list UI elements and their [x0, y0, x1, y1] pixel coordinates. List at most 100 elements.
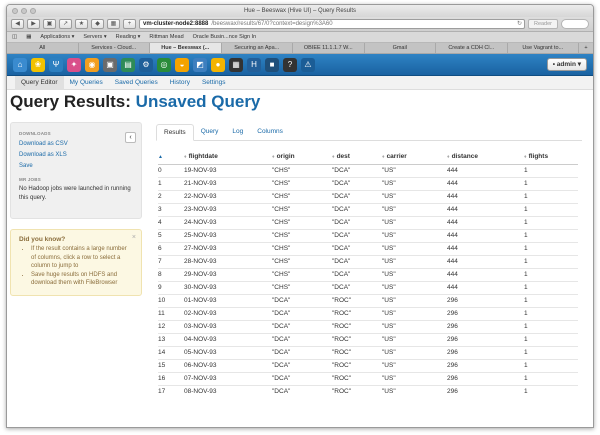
collapse-sidebar-button[interactable]: ‹: [125, 132, 136, 143]
subnav-saved-queries[interactable]: Saved Queries: [109, 76, 164, 90]
admin-menu-button[interactable]: • admin ▾: [546, 58, 587, 71]
subnav-settings[interactable]: Settings: [196, 76, 232, 90]
bookmark-rittman-mead[interactable]: Rittman Mead: [149, 34, 183, 40]
table-row[interactable]: 4 24-NOV-93 "CHS" "DCA" "US" 444 1: [158, 215, 578, 229]
close-window-button[interactable]: [12, 8, 18, 14]
bookmark-servers[interactable]: Servers ▾: [83, 34, 106, 40]
download-xls-link[interactable]: Download as XLS: [19, 150, 133, 161]
bookmark-applications[interactable]: Applications ▾: [40, 34, 74, 40]
table-row[interactable]: 15 06-NOV-93 "DCA" "ROC" "US" 296 1: [158, 358, 578, 372]
table-cell: 29-NOV-93: [184, 267, 272, 281]
zoom-window-button[interactable]: [30, 8, 36, 14]
sort-icon[interactable]: ♦: [382, 154, 385, 160]
pig-icon[interactable]: Ψ: [49, 57, 63, 72]
sort-up-icon[interactable]: ▲: [158, 154, 163, 160]
toolbar-search-input[interactable]: [561, 19, 589, 29]
browser-tab[interactable]: Hue – Beeswax (...: [150, 43, 222, 53]
sort-icon[interactable]: ♦: [272, 154, 275, 160]
home-icon[interactable]: ⌂: [13, 57, 27, 72]
browser-tab[interactable]: OBIEE 11.1.1.7 W...: [293, 43, 365, 53]
reload-icon[interactable]: ↻: [517, 20, 524, 28]
forward-icon[interactable]: ▶: [27, 19, 40, 29]
top-sites-icon[interactable]: ▦: [107, 19, 120, 29]
download-csv-link[interactable]: Download as CSV: [19, 139, 133, 150]
tab-log[interactable]: Log: [225, 124, 250, 140]
column-header[interactable]: ♦ flightdate: [184, 150, 272, 165]
reader-button[interactable]: Reader: [528, 19, 558, 29]
pig-editor-icon[interactable]: ▤: [121, 57, 135, 72]
table-cell: 1: [524, 358, 578, 372]
close-icon[interactable]: ×: [132, 234, 136, 241]
table-row[interactable]: 12 03-NOV-93 "DCA" "ROC" "US" 296 1: [158, 319, 578, 333]
browser-tab[interactable]: Services - Cloud...: [79, 43, 150, 53]
table-row[interactable]: 0 19-NOV-93 "CHS" "DCA" "US" 444 1: [158, 163, 578, 177]
oozie-icon[interactable]: ◎: [157, 57, 171, 72]
table-row[interactable]: 16 07-NOV-93 "DCA" "ROC" "US" 296 1: [158, 371, 578, 385]
subnav-history[interactable]: History: [164, 76, 196, 90]
subnav-my-queries[interactable]: My Queries: [64, 76, 109, 90]
browser-tab[interactable]: All: [7, 43, 79, 53]
subnav-query-editor[interactable]: Query Editor: [15, 75, 64, 90]
metastore-icon[interactable]: ▣: [103, 57, 117, 72]
table-row[interactable]: 2 22-NOV-93 "CHS" "DCA" "US" 444 1: [158, 189, 578, 203]
jobbrowser-icon[interactable]: ■: [265, 57, 279, 72]
column-header[interactable]: ♦ flights: [524, 150, 578, 165]
beeswax-icon[interactable]: ✦: [67, 57, 81, 72]
table-row[interactable]: 9 30-NOV-93 "CHS" "DCA" "US" 444 1: [158, 280, 578, 294]
warning-icon[interactable]: ⚠: [301, 57, 315, 72]
grid-icon[interactable]: ▦: [26, 34, 31, 40]
table-row[interactable]: 14 05-NOV-93 "DCA" "ROC" "US" 296 1: [158, 345, 578, 359]
table-row[interactable]: 11 02-NOV-93 "DCA" "ROC" "US" 296 1: [158, 306, 578, 320]
help-icon[interactable]: ?: [283, 57, 297, 72]
column-header[interactable]: ♦ dest: [332, 150, 382, 165]
table-row[interactable]: 1 21-NOV-93 "CHS" "DCA" "US" 444 1: [158, 176, 578, 190]
table-row[interactable]: 17 08-NOV-93 "DCA" "ROC" "US" 296 1: [158, 384, 578, 398]
tip-item: Save huge results on HDFS and download t…: [31, 271, 133, 288]
new-tab-button[interactable]: +: [579, 43, 593, 53]
table-row[interactable]: 3 23-NOV-93 "CHS" "DCA" "US" 444 1: [158, 202, 578, 216]
search-app-icon[interactable]: ▦: [229, 57, 243, 72]
save-link[interactable]: Save: [19, 161, 133, 172]
url-bar[interactable]: vm-cluster-node2:8888 /beeswax/results/6…: [139, 19, 525, 29]
table-row[interactable]: 10 01-NOV-93 "DCA" "ROC" "US" 296 1: [158, 293, 578, 307]
add-icon[interactable]: +: [123, 19, 136, 29]
table-row[interactable]: 7 28-NOV-93 "CHS" "DCA" "US" 444 1: [158, 254, 578, 268]
table-cell: 1: [524, 293, 578, 307]
bookmark-reading[interactable]: Reading ▾: [116, 34, 141, 40]
reading-list-icon[interactable]: ◫: [12, 34, 17, 40]
table-row[interactable]: 5 25-NOV-93 "CHS" "DCA" "US" 444 1: [158, 228, 578, 242]
filebrowser-icon[interactable]: H: [247, 57, 261, 72]
tab-results[interactable]: Results: [156, 124, 194, 141]
column-header[interactable]: ♦ carrier: [382, 150, 447, 165]
column-header[interactable]: ♦ origin: [272, 150, 332, 165]
hbase-icon[interactable]: ◒: [175, 57, 189, 72]
sidebar-icon[interactable]: ▣: [43, 19, 56, 29]
browser-tab[interactable]: Securing an Apa...: [222, 43, 293, 53]
jobsub-icon[interactable]: ⚙: [139, 57, 153, 72]
browser-tab[interactable]: Use Vagrant to...: [508, 43, 579, 53]
sort-icon[interactable]: ♦: [184, 154, 187, 160]
tab-query[interactable]: Query: [194, 124, 226, 140]
tab-columns[interactable]: Columns: [250, 124, 290, 140]
sort-icon[interactable]: ♦: [332, 154, 335, 160]
browser-tab[interactable]: Gmail: [365, 43, 436, 53]
table-row[interactable]: 13 04-NOV-93 "DCA" "ROC" "US" 296 1: [158, 332, 578, 346]
back-icon[interactable]: ◀: [11, 19, 24, 29]
table-row[interactable]: 8 29-NOV-93 "CHS" "DCA" "US" 444 1: [158, 267, 578, 281]
column-header[interactable]: ▲: [158, 150, 184, 165]
table-cell: 1: [524, 332, 578, 346]
column-header[interactable]: ♦ distance: [447, 150, 524, 165]
bookmark-icon[interactable]: ★: [75, 19, 88, 29]
bookmark-oracle[interactable]: Oracle Busin...nce Sign In: [193, 34, 257, 40]
table-row[interactable]: 6 27-NOV-93 "CHS" "DCA" "US" 444 1: [158, 241, 578, 255]
browser-tab[interactable]: Create a CDH Cl...: [436, 43, 508, 53]
hue-logo-icon[interactable]: ❀: [31, 57, 45, 72]
sort-icon[interactable]: ♦: [524, 154, 527, 160]
sqoop-icon[interactable]: ◩: [193, 57, 207, 72]
extension-icon[interactable]: ◆: [91, 19, 104, 29]
share-icon[interactable]: ↗: [59, 19, 72, 29]
minimize-window-button[interactable]: [21, 8, 27, 14]
zookeeper-icon[interactable]: ●: [211, 57, 225, 72]
sort-icon[interactable]: ♦: [447, 154, 450, 160]
impala-icon[interactable]: ◉: [85, 57, 99, 72]
